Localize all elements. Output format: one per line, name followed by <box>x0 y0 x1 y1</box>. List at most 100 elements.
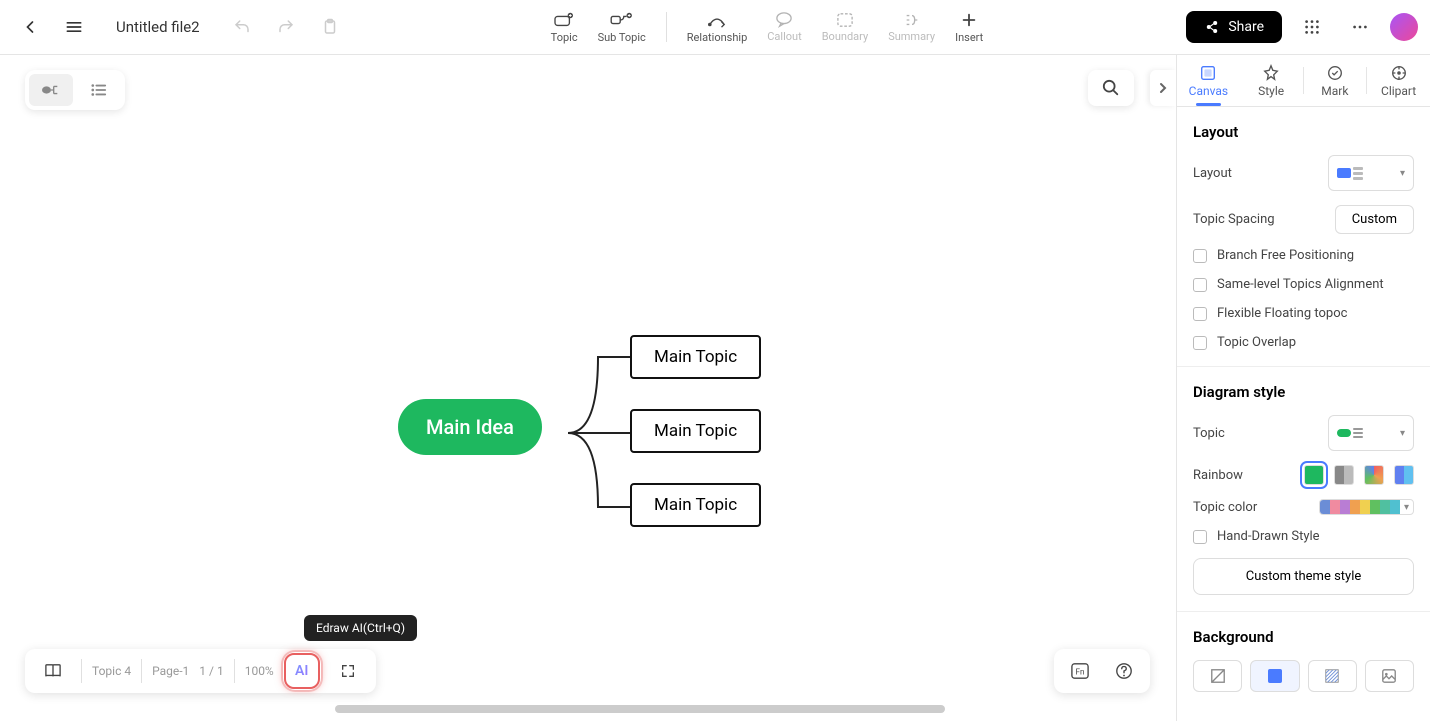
spacing-label: Topic Spacing <box>1193 212 1275 227</box>
book-icon <box>44 663 62 679</box>
layout-row: Layout ▾ <box>1193 155 1414 191</box>
none-icon <box>1210 668 1226 684</box>
bottom-bar: Topic 4 Page-1 1 / 1 100% AI <box>25 649 376 693</box>
view-toggle <box>25 70 125 110</box>
rainbow-row: Rainbow <box>1193 465 1414 485</box>
sidebar-toggle[interactable] <box>1150 70 1176 106</box>
topic-count: Topic 4 <box>92 664 131 678</box>
page-label: Page-1 <box>152 664 189 678</box>
tab-style[interactable]: Style <box>1240 55 1303 106</box>
layout-label: Layout <box>1193 166 1232 181</box>
fullscreen-button[interactable] <box>330 653 366 689</box>
same-level-row: Same-level Topics Alignment <box>1193 277 1414 292</box>
divider <box>141 659 142 683</box>
header-right: Share <box>1186 9 1418 45</box>
bg-solid[interactable] <box>1250 660 1299 692</box>
topic-node[interactable]: Main Topic <box>630 335 761 379</box>
rainbow-opt-3[interactable] <box>1364 465 1384 485</box>
hand-drawn-checkbox[interactable] <box>1193 530 1207 544</box>
zoom-level[interactable]: 100% <box>245 664 274 678</box>
topic-node[interactable]: Main Topic <box>630 409 761 453</box>
tab-style-label: Style <box>1258 84 1284 98</box>
boundary-tool: Boundary <box>814 8 876 47</box>
subtopic-tool[interactable]: Sub Topic <box>590 7 654 48</box>
function-button[interactable]: Fn <box>1062 653 1098 689</box>
branch-free-checkbox[interactable] <box>1193 249 1207 263</box>
hamburger-icon <box>64 17 84 37</box>
overlap-checkbox[interactable] <box>1193 336 1207 350</box>
spacing-row: Topic Spacing Custom <box>1193 205 1414 234</box>
bg-image[interactable] <box>1365 660 1414 692</box>
flexible-checkbox[interactable] <box>1193 307 1207 321</box>
menu-button[interactable] <box>56 9 92 45</box>
main-idea-node[interactable]: Main Idea <box>398 399 542 455</box>
layout-section: Layout Layout ▾ Topic Spacing Custom Bra… <box>1177 107 1430 367</box>
same-level-checkbox[interactable] <box>1193 278 1207 292</box>
share-label: Share <box>1228 19 1264 35</box>
chevron-right-icon <box>1158 81 1168 95</box>
rainbow-opt-4[interactable] <box>1394 465 1414 485</box>
relationship-tool[interactable]: Relationship <box>679 7 755 48</box>
tab-canvas-label: Canvas <box>1189 84 1228 98</box>
horizontal-scrollbar[interactable] <box>335 705 945 713</box>
fn-icon: Fn <box>1070 662 1090 680</box>
topic-style-dropdown[interactable]: ▾ <box>1328 415 1414 451</box>
topic-style-row: Topic ▾ <box>1193 415 1414 451</box>
custom-spacing-button[interactable]: Custom <box>1335 205 1414 234</box>
panel-tabs: Canvas Style Mark Clipart <box>1177 55 1430 107</box>
summary-icon <box>904 12 920 28</box>
insert-label: Insert <box>955 31 983 44</box>
layout-title: Layout <box>1193 123 1414 141</box>
undo-button[interactable] <box>224 9 260 45</box>
back-button[interactable] <box>12 9 48 45</box>
bg-pattern[interactable] <box>1308 660 1357 692</box>
layout-dropdown[interactable]: ▾ <box>1328 155 1414 191</box>
flexible-label: Flexible Floating topoc <box>1217 306 1347 321</box>
custom-theme-button[interactable]: Custom theme style <box>1193 558 1414 595</box>
help-icon <box>1115 662 1133 680</box>
rainbow-opt-1[interactable] <box>1304 465 1324 485</box>
boundary-icon <box>836 12 854 28</box>
header: Untitled file2 Topic Sub Topic Relations… <box>0 0 1430 55</box>
filename[interactable]: Untitled file2 <box>108 14 208 40</box>
ai-button[interactable]: AI <box>284 653 320 689</box>
fullscreen-icon <box>340 663 356 679</box>
hand-drawn-row: Hand-Drawn Style <box>1193 529 1414 544</box>
outline-view-button[interactable] <box>77 74 121 106</box>
clipboard-button[interactable] <box>312 9 348 45</box>
subtopic-icon <box>610 11 634 29</box>
apps-button[interactable] <box>1294 9 1330 45</box>
bg-none[interactable] <box>1193 660 1242 692</box>
avatar[interactable] <box>1390 13 1418 41</box>
topic-style-label: Topic <box>1193 426 1225 441</box>
share-icon <box>1204 19 1220 35</box>
topic-node[interactable]: Main Topic <box>630 483 761 527</box>
ai-label: AI <box>295 663 308 679</box>
pages-button[interactable] <box>35 653 71 689</box>
topic-color-row: Topic color ▾ <box>1193 499 1414 515</box>
rainbow-opt-2[interactable] <box>1334 465 1354 485</box>
summary-tool: Summary <box>880 8 943 47</box>
background-title: Background <box>1193 628 1414 646</box>
solid-icon <box>1268 669 1282 683</box>
help-button[interactable] <box>1106 653 1142 689</box>
tab-clipart[interactable]: Clipart <box>1367 55 1430 106</box>
pattern-icon <box>1324 668 1340 684</box>
canvas-icon <box>1199 64 1217 82</box>
redo-button[interactable] <box>268 9 304 45</box>
background-section: Background <box>1177 612 1430 708</box>
insert-tool[interactable]: Insert <box>947 7 991 48</box>
tab-mark[interactable]: Mark <box>1304 55 1367 106</box>
search-button[interactable] <box>1088 70 1134 106</box>
more-button[interactable] <box>1342 9 1378 45</box>
share-button[interactable]: Share <box>1186 11 1282 43</box>
topic-tool[interactable]: Topic <box>543 7 586 48</box>
canvas[interactable]: Main Idea Main Topic Main Topic Main Top… <box>0 55 1176 721</box>
color-picker[interactable]: ▾ <box>1319 499 1414 515</box>
plus-icon <box>960 11 978 29</box>
divider <box>666 12 667 42</box>
mindmap-view-button[interactable] <box>29 74 73 106</box>
tab-canvas[interactable]: Canvas <box>1177 55 1240 106</box>
chevron-down-icon: ▾ <box>1400 428 1405 439</box>
rainbow-label: Rainbow <box>1193 468 1243 483</box>
